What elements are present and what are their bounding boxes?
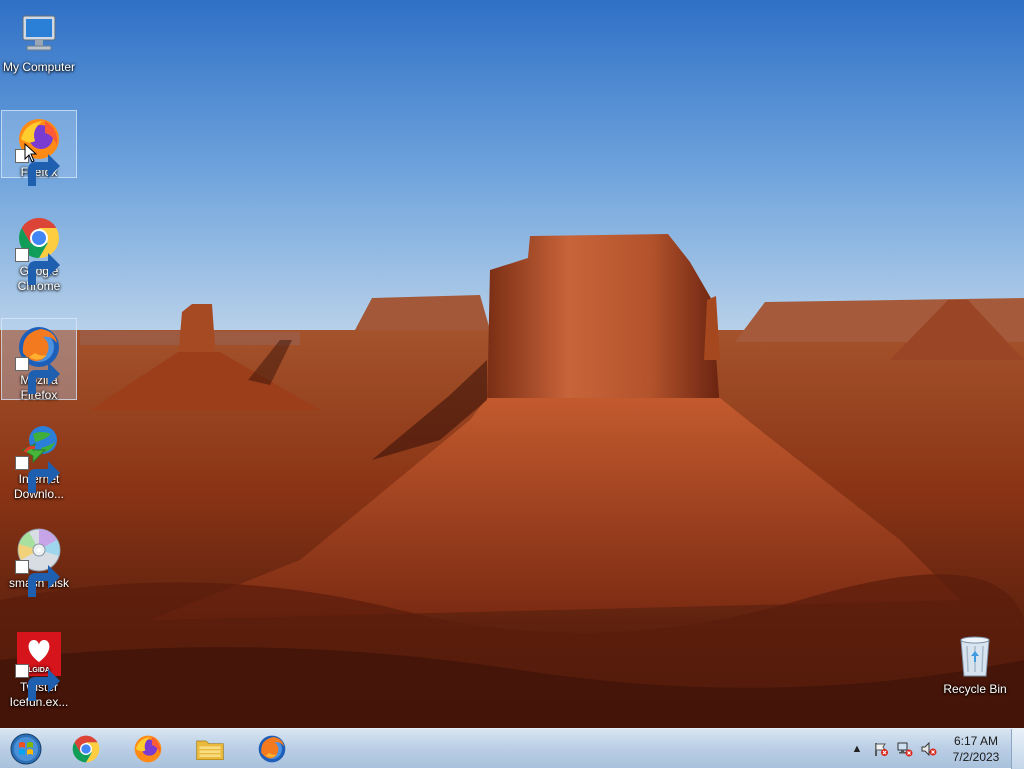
firefox-classic-icon: [15, 323, 63, 394]
shortcut-arrow-icon: [15, 664, 60, 701]
chrome-icon: [15, 214, 63, 285]
show-desktop-button[interactable]: [1011, 729, 1024, 769]
desktop-icon-recycle-bin[interactable]: Recycle Bin: [937, 628, 1013, 697]
shortcut-arrow-icon: [15, 456, 60, 493]
show-hidden-icons-button[interactable]: ▲: [848, 740, 866, 758]
recycle-bin-icon: [951, 632, 999, 680]
action-center-flag-icon[interactable]: [872, 740, 890, 758]
computer-icon: [15, 10, 63, 58]
shortcut-arrow-icon: [15, 357, 60, 394]
taskbar-firefox-button[interactable]: [122, 731, 174, 767]
desktop-icon-mozilla-firefox[interactable]: Mozilla Firefox: [1, 318, 77, 402]
taskbar-chrome-button[interactable]: [60, 731, 112, 767]
twister-icefun-icon: LGIDA: [15, 630, 63, 701]
desktop[interactable]: My Computer Firefox Google Chrome Mozill…: [0, 0, 1024, 728]
taskbar: ▲ 6:17 AM 7/2/2023: [0, 728, 1024, 769]
wallpaper: [0, 0, 1024, 728]
chrome-icon: [72, 735, 100, 763]
firefox-icon: [134, 735, 162, 763]
clock-date: 7/2/2023: [952, 750, 1000, 764]
desktop-icon-google-chrome[interactable]: Google Chrome: [1, 210, 77, 294]
mouse-cursor-icon: [24, 143, 38, 163]
desktop-icon-internet-download-manager[interactable]: Internet Downlo...: [1, 418, 77, 502]
folder-icon: [196, 740, 224, 760]
taskbar-file-explorer-button[interactable]: [184, 731, 236, 767]
shortcut-arrow-icon: [15, 248, 60, 285]
clock[interactable]: 6:17 AM 7/2/2023: [945, 733, 1007, 765]
internet-download-manager-icon: [15, 422, 63, 493]
volume-muted-icon[interactable]: [920, 740, 938, 758]
network-icon[interactable]: [896, 740, 914, 758]
disc-icon: [15, 526, 63, 597]
taskbar-mozilla-firefox-button[interactable]: [246, 731, 298, 767]
desktop-icon-firefox[interactable]: Firefox: [1, 110, 77, 186]
firefox-classic-icon: [258, 735, 286, 763]
system-tray: ▲ 6:17 AM 7/2/2023: [845, 729, 1024, 769]
shortcut-arrow-icon: [15, 560, 60, 597]
desktop-icon-my-computer[interactable]: My Computer: [1, 6, 77, 75]
desktop-icon-twister-icefun[interactable]: LGIDA Twister Icefun.ex...: [1, 626, 77, 710]
firefox-icon: [15, 115, 63, 186]
desktop-icon-smash-disk[interactable]: smash disk: [1, 522, 77, 597]
windows-start-orb-icon: [10, 733, 42, 765]
desktop-icon-label: Recycle Bin: [943, 682, 1007, 696]
start-button[interactable]: [2, 731, 50, 767]
desktop-icon-label: My Computer: [2, 60, 76, 74]
clock-time: 6:17 AM: [953, 734, 999, 748]
